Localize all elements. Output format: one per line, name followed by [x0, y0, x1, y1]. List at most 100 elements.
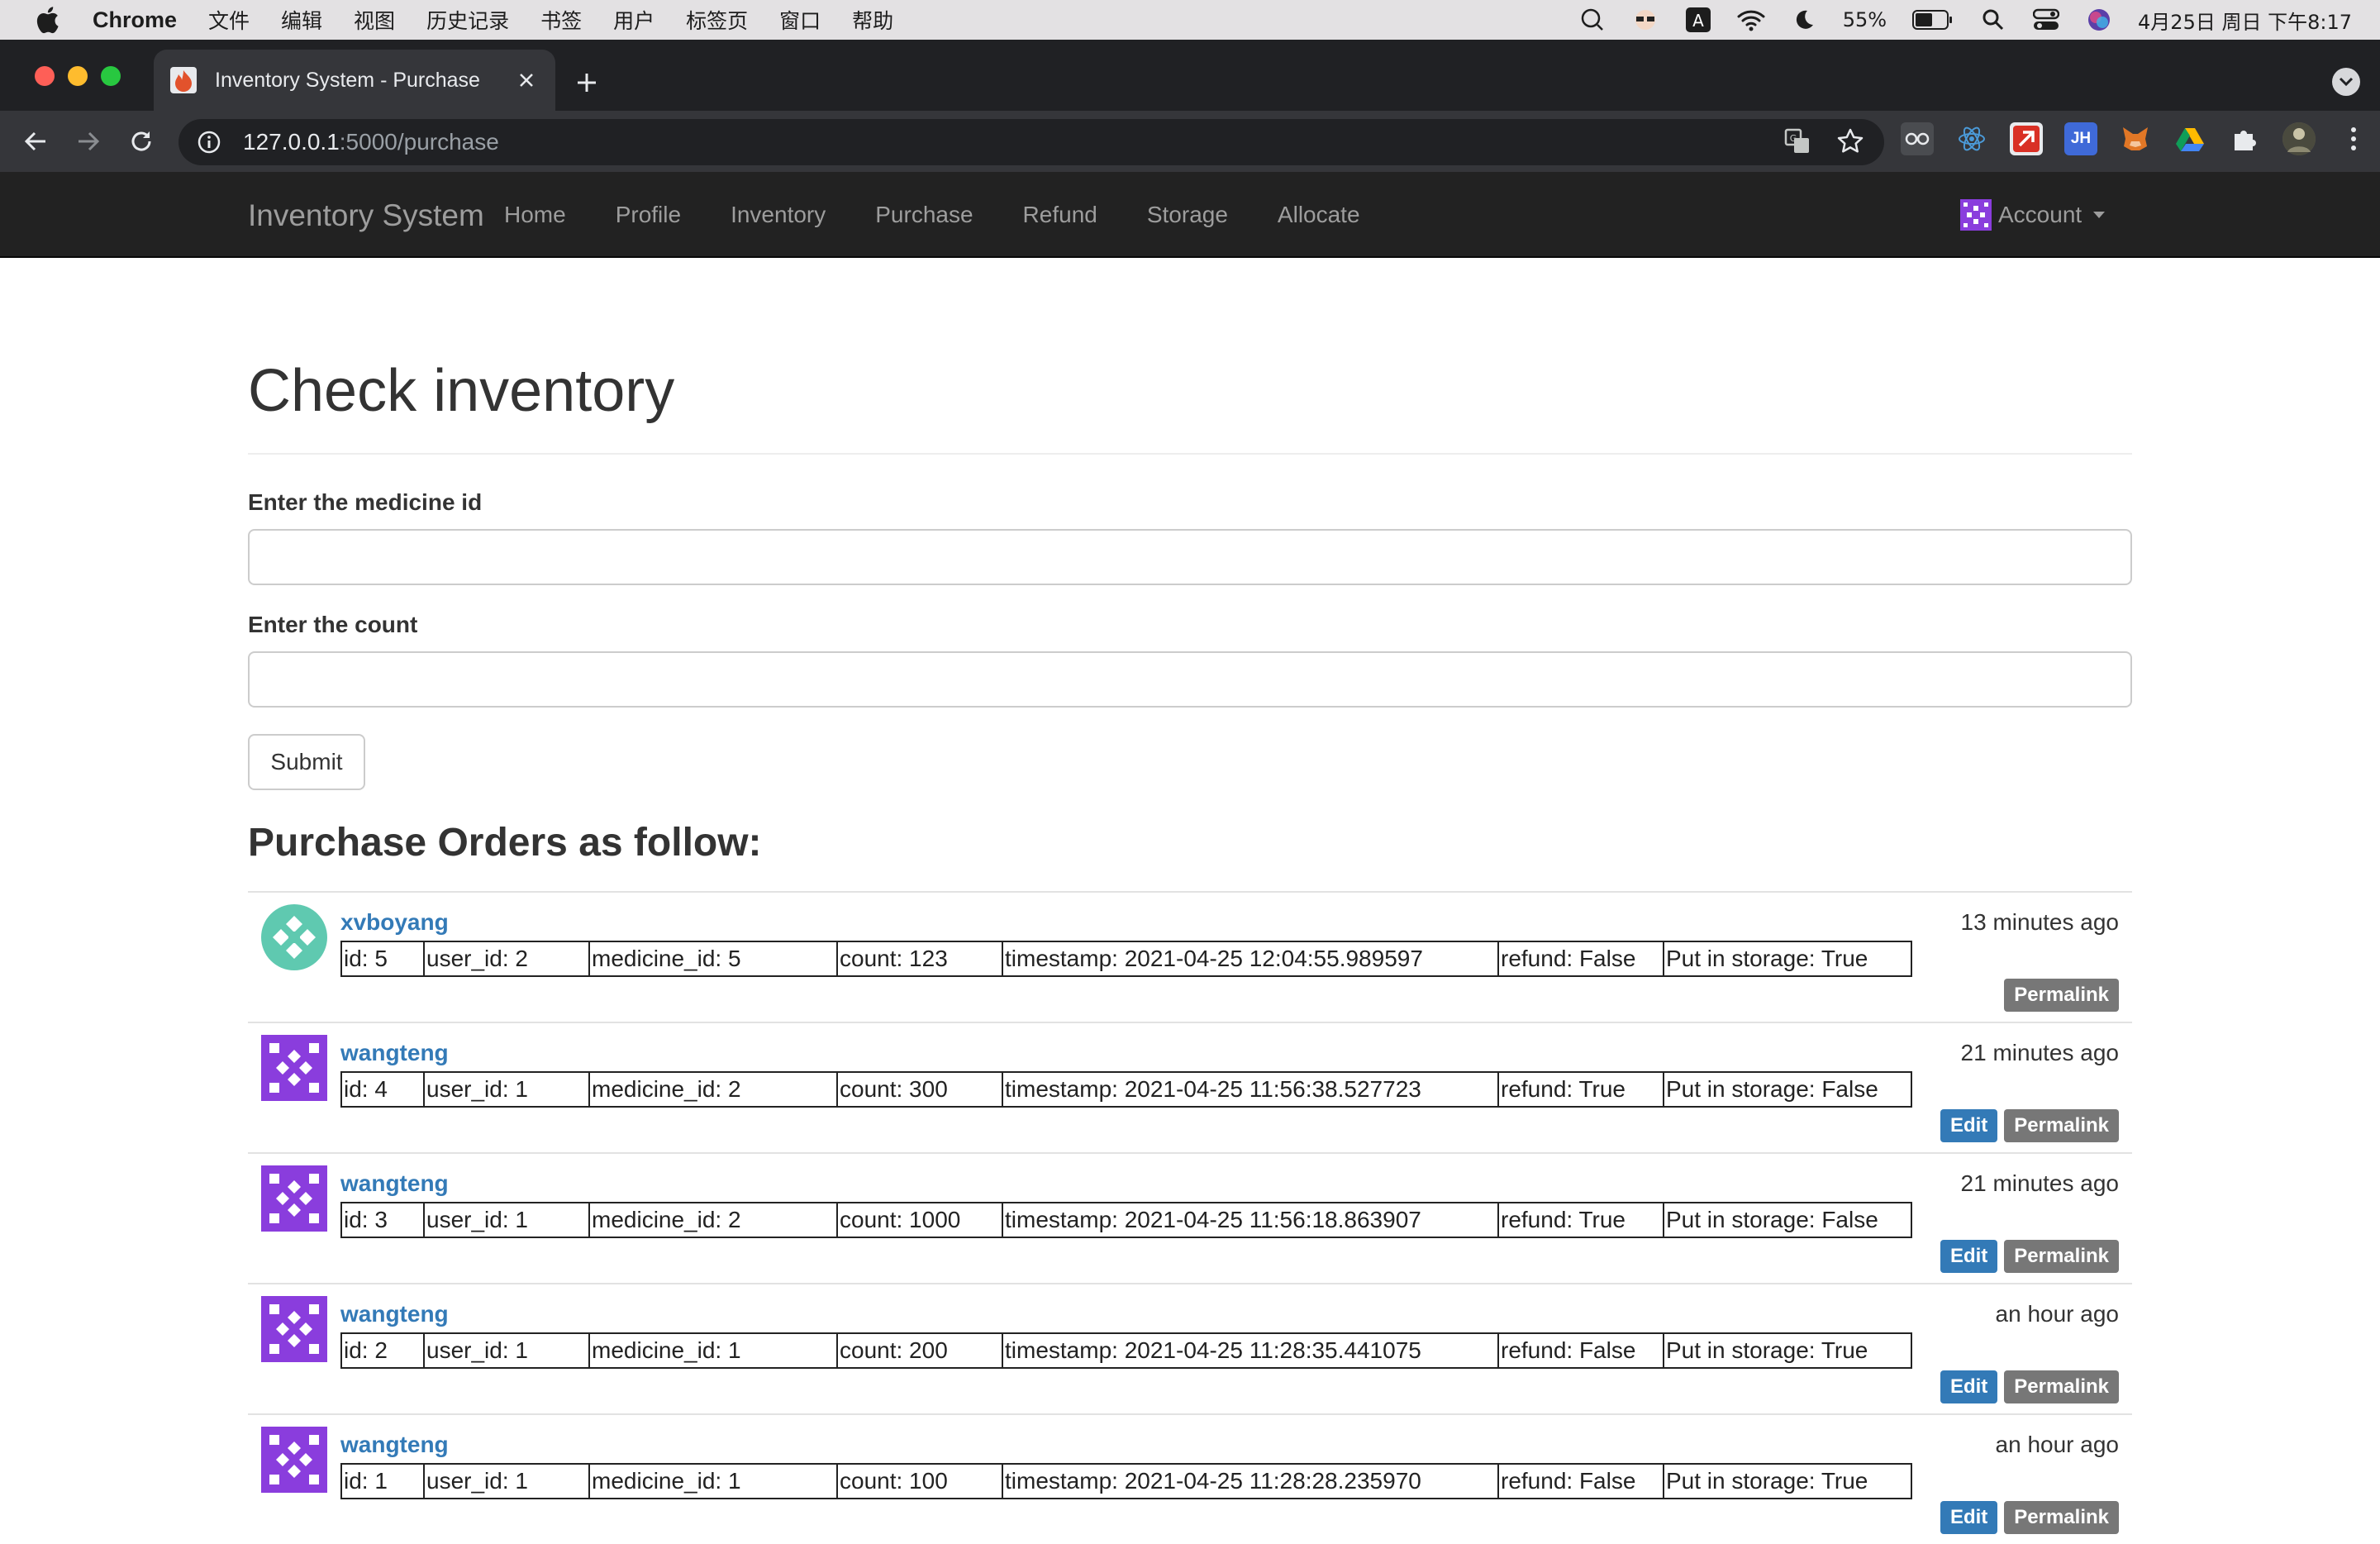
nav-link-purchase[interactable]: Purchase: [875, 202, 973, 228]
nav-link-home[interactable]: Home: [504, 202, 566, 228]
edit-button[interactable]: Edit: [1940, 1501, 1998, 1534]
order-username[interactable]: wangteng: [340, 1301, 449, 1327]
user-avatar[interactable]: [261, 1165, 327, 1232]
nav-link-storage[interactable]: Storage: [1147, 202, 1228, 228]
siri-icon[interactable]: [2085, 6, 2113, 34]
extension-arrow-icon[interactable]: [2010, 122, 2043, 155]
translate-icon[interactable]: G: [1783, 127, 1811, 160]
edit-button[interactable]: Edit: [1940, 1240, 1998, 1273]
order-refund-cell: refund: False: [1498, 1464, 1664, 1499]
nav-link-refund[interactable]: Refund: [1023, 202, 1097, 228]
user-avatar[interactable]: [261, 904, 327, 970]
window-zoom-button[interactable]: [101, 66, 121, 86]
edit-button[interactable]: Edit: [1940, 1109, 1998, 1142]
screen-time-icon[interactable]: [1578, 6, 1606, 34]
url-host: 127.0.0.1: [243, 129, 340, 155]
macos-menu-bar: Chrome 文件 编辑 视图 历史记录 书签 用户 标签页 窗口 帮助 A 5…: [0, 0, 2380, 40]
nav-link-allocate[interactable]: Allocate: [1278, 202, 1360, 228]
count-input[interactable]: [248, 651, 2132, 708]
user-avatar-icon[interactable]: [1631, 6, 1659, 34]
window-minimize-button[interactable]: [68, 66, 88, 86]
apple-icon[interactable]: [35, 6, 60, 34]
tab-close-icon[interactable]: [514, 68, 539, 93]
medicine-id-label: Enter the medicine id: [248, 489, 483, 515]
order-actions: Edit Permalink: [1940, 1370, 2119, 1403]
order-actions: Permalink: [2004, 979, 2119, 1012]
permalink-button[interactable]: Permalink: [2004, 1370, 2119, 1403]
menu-edit[interactable]: 编辑: [281, 5, 322, 35]
order-id-cell: id: 1: [341, 1464, 425, 1499]
nav-link-profile[interactable]: Profile: [616, 202, 681, 228]
extension-drive-icon[interactable]: [2173, 122, 2206, 155]
browser-tab-active[interactable]: Inventory System - Purchase: [154, 50, 555, 111]
permalink-button[interactable]: Permalink: [2004, 1501, 2119, 1534]
order-storage-cell: Put in storage: True: [1666, 946, 1868, 971]
wifi-icon[interactable]: [1737, 6, 1765, 34]
site-info-icon[interactable]: [197, 130, 221, 155]
svg-text:G: G: [1790, 133, 1797, 144]
tab-search-icon[interactable]: [2332, 68, 2360, 96]
menu-view[interactable]: 视图: [354, 5, 395, 35]
order-details-table: id: 4 user_id: 1 medicine_id: 2 count: 300 t…: [340, 1071, 1912, 1108]
menu-bookmarks[interactable]: 书签: [540, 5, 582, 35]
user-avatar[interactable]: [261, 1427, 327, 1493]
menu-window[interactable]: 窗口: [779, 5, 821, 35]
extension-jh-icon[interactable]: JH: [2064, 122, 2097, 155]
order-count-cell: count: 100: [837, 1464, 1003, 1499]
navbar-brand[interactable]: Inventory System: [248, 198, 484, 233]
spotlight-icon[interactable]: [1979, 6, 2007, 34]
extension-react-icon[interactable]: [1955, 122, 1988, 155]
forward-arrow-icon[interactable]: [71, 124, 106, 159]
menu-help[interactable]: 帮助: [852, 5, 893, 35]
input-method-icon[interactable]: A: [1684, 6, 1712, 34]
control-center-icon[interactable]: [2032, 6, 2060, 34]
medicine-id-input[interactable]: [248, 529, 2132, 585]
do-not-disturb-icon[interactable]: [1790, 6, 1818, 34]
order-count-cell: count: 123: [837, 941, 1003, 976]
menu-history[interactable]: 历史记录: [426, 5, 509, 35]
order-storage-cell: Put in storage: False: [1666, 1076, 1878, 1102]
order-refund-cell: refund: True: [1498, 1203, 1664, 1237]
order-item: wangteng an hour ago id: 2 user_id: 1 medici…: [248, 1283, 2132, 1413]
extension-glasses-icon[interactable]: [1901, 122, 1934, 155]
menu-tabs[interactable]: 标签页: [686, 5, 748, 35]
chrome-menu-icon[interactable]: [2337, 122, 2370, 155]
bookmark-star-icon[interactable]: [1836, 127, 1864, 160]
menu-app-name[interactable]: Chrome: [93, 7, 177, 33]
user-avatar[interactable]: [261, 1296, 327, 1362]
order-actions: Edit Permalink: [1940, 1501, 2119, 1534]
menu-bar-clock[interactable]: 4月25日 周日 下午8:17: [2138, 6, 2352, 35]
order-username[interactable]: wangteng: [340, 1170, 449, 1197]
order-id-cell: id: 2: [341, 1333, 425, 1368]
address-bar[interactable]: 127.0.0.1:5000/purchase G: [178, 119, 1884, 165]
orders-heading: Purchase Orders as follow:: [248, 821, 762, 865]
battery-percent: 55%: [1842, 8, 1887, 31]
extensions-puzzle-icon[interactable]: [2228, 122, 2261, 155]
battery-icon[interactable]: [1911, 6, 1954, 34]
account-dropdown[interactable]: Account: [1960, 199, 2106, 231]
permalink-button[interactable]: Permalink: [2004, 979, 2119, 1012]
profile-avatar-icon[interactable]: [2282, 122, 2316, 155]
edit-button[interactable]: Edit: [1940, 1370, 1998, 1403]
menu-file[interactable]: 文件: [208, 5, 250, 35]
order-timestamp-cell: timestamp: 2021-04-25 11:56:18.863907: [1002, 1203, 1499, 1237]
order-actions: Edit Permalink: [1940, 1109, 2119, 1142]
order-username[interactable]: wangteng: [340, 1040, 449, 1066]
permalink-button[interactable]: Permalink: [2004, 1240, 2119, 1273]
submit-button[interactable]: Submit: [248, 734, 365, 790]
user-avatar[interactable]: [261, 1035, 327, 1101]
reload-icon[interactable]: [124, 124, 159, 159]
url-text[interactable]: 127.0.0.1:5000/purchase: [243, 129, 499, 155]
nav-link-inventory[interactable]: Inventory: [731, 202, 826, 228]
order-timestamp-relative: 21 minutes ago: [1960, 1040, 2119, 1065]
extension-fox-icon[interactable]: [2119, 122, 2152, 155]
new-tab-icon[interactable]: [569, 64, 605, 101]
back-arrow-icon[interactable]: [18, 124, 53, 159]
order-item: wangteng 21 minutes ago id: 3 user_id: 1 med…: [248, 1152, 2132, 1283]
order-username[interactable]: xvboyang: [340, 909, 449, 936]
window-close-button[interactable]: [35, 66, 55, 86]
order-user-id-cell: user_id: 1: [424, 1203, 590, 1237]
menu-users[interactable]: 用户: [613, 5, 654, 35]
order-username[interactable]: wangteng: [340, 1432, 449, 1458]
permalink-button[interactable]: Permalink: [2004, 1109, 2119, 1142]
